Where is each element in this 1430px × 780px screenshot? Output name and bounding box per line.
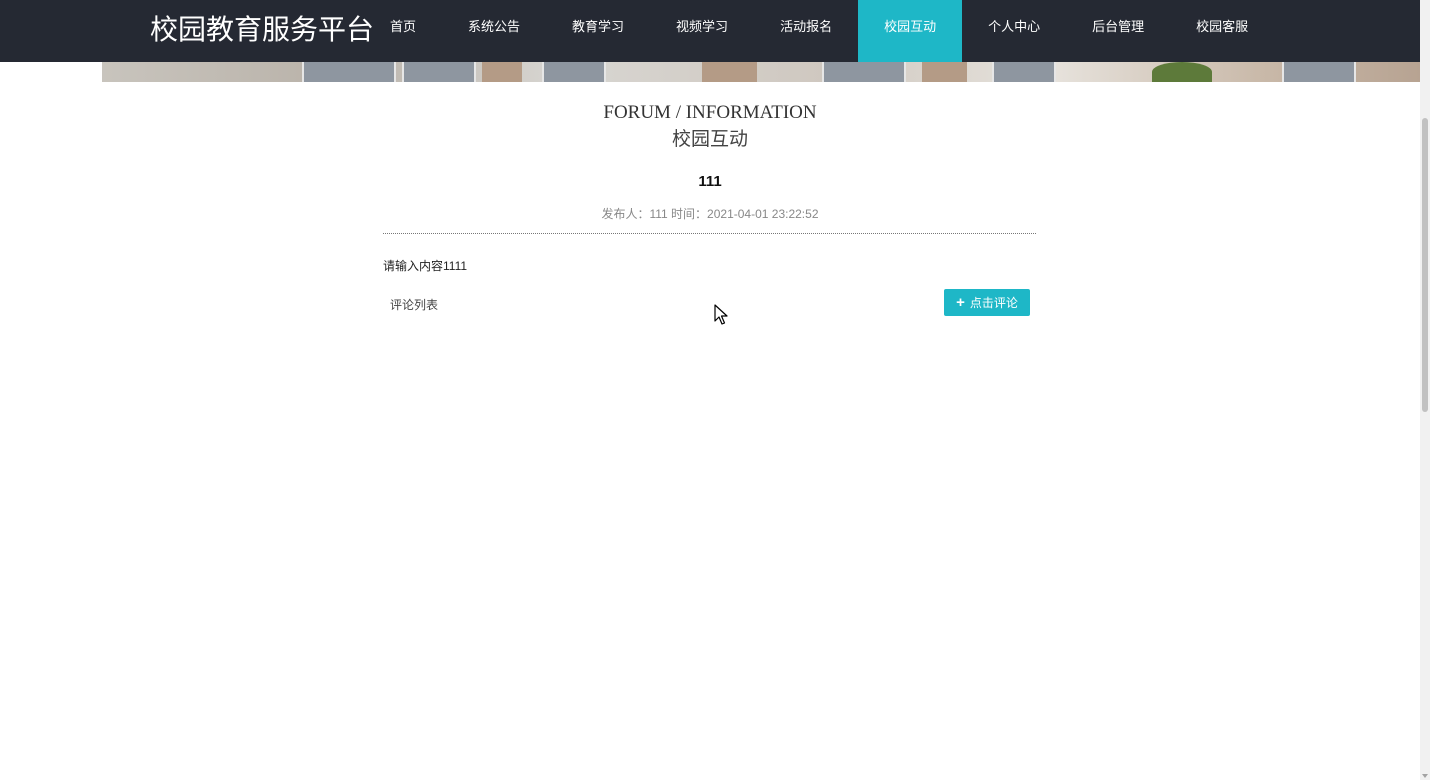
post-divider bbox=[383, 233, 1036, 234]
banner-plant bbox=[1152, 62, 1212, 82]
post-meta: 发布人：111 时间：2021-04-01 23:22:52 bbox=[601, 207, 819, 221]
add-comment-button[interactable]: + 点击评论 bbox=[944, 289, 1030, 316]
post-content: 请输入内容1111 bbox=[383, 259, 468, 273]
mouse-cursor-icon bbox=[714, 304, 728, 325]
nav-item-0[interactable]: 首页 bbox=[364, 0, 442, 62]
banner-pillar bbox=[702, 62, 757, 82]
add-comment-button-label: 点击评论 bbox=[969, 296, 1018, 310]
nav-item-5[interactable]: 校园互动 bbox=[858, 0, 963, 62]
plus-icon: + bbox=[956, 294, 965, 311]
nav-item-7[interactable]: 后台管理 bbox=[1066, 0, 1170, 62]
page: 校园教育服务平台 首页 系统公告 教育学习 视频学习 活动报名 校园互动 个人中心 后台管理校… bbox=[0, 0, 1430, 780]
comments-title: 评论列表 bbox=[390, 298, 439, 312]
nav-item-2[interactable]: 教育学习 bbox=[546, 0, 650, 62]
nav-item-4[interactable]: 活动报名 bbox=[754, 0, 858, 62]
section-title-zh: 校园互动 bbox=[671, 129, 748, 150]
nav-item-8[interactable]: 校园客服 bbox=[1170, 0, 1274, 62]
banner-pillar bbox=[922, 62, 967, 82]
scroll-down-arrow-icon[interactable] bbox=[1422, 774, 1428, 778]
banner-pillar bbox=[482, 62, 522, 82]
site-brand[interactable]: 校园教育服务平台 bbox=[150, 10, 374, 50]
top-navbar: 校园教育服务平台 首页 系统公告 教育学习 视频学习 活动报名 校园互动 个人中心 后台管理校… bbox=[0, 0, 1430, 62]
main-nav: 首页 系统公告 教育学习 视频学习 活动报名 校园互动 个人中心 后台管理 校园客服 bbox=[364, 0, 1274, 62]
vertical-scrollbar[interactable] bbox=[1420, 0, 1430, 780]
section-title-en: FORUM / INFORMATION bbox=[603, 102, 817, 123]
nav-item-1[interactable]: 系统公告 bbox=[442, 0, 546, 62]
banner-window bbox=[302, 62, 396, 82]
banner-window bbox=[542, 62, 606, 82]
scrollbar-thumb[interactable] bbox=[1422, 118, 1428, 412]
post-title: 111 bbox=[698, 173, 722, 190]
banner-window bbox=[822, 62, 906, 82]
nav-item-3[interactable]: 视频学习 bbox=[650, 0, 754, 62]
nav-item-6[interactable]: 个人中心 bbox=[962, 0, 1066, 62]
banner-window bbox=[402, 62, 476, 82]
banner-window bbox=[1282, 62, 1356, 82]
banner-window bbox=[992, 62, 1056, 82]
